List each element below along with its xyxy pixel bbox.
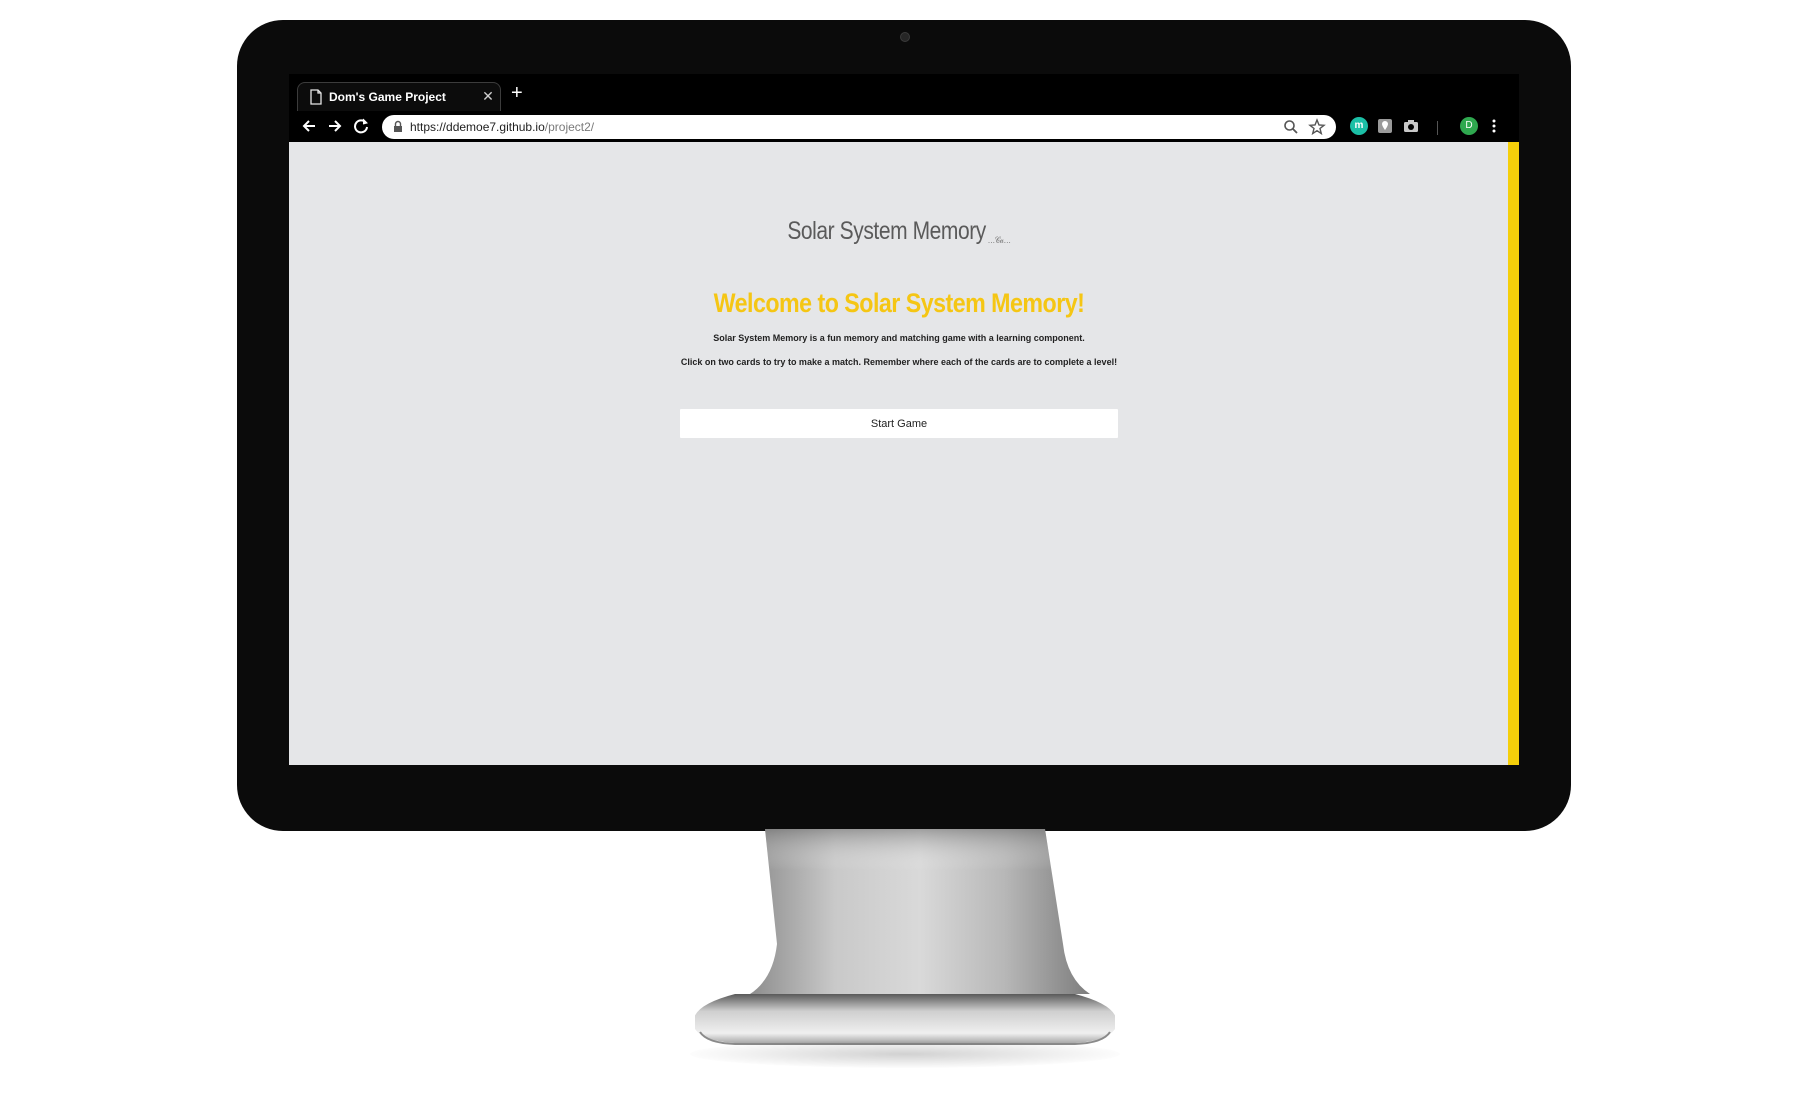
page-icon	[310, 89, 322, 105]
url-path: /project2/	[544, 120, 595, 134]
lock-icon	[394, 120, 402, 132]
intro-text-1: Solar System Memory is a fun memory and …	[713, 333, 1085, 343]
scrollbar[interactable]	[1508, 142, 1519, 765]
monitor-stand	[695, 829, 1115, 1045]
monitor-frame: Dom's Game Project ✕ + https://ddemoe7.g…	[237, 20, 1571, 831]
reload-icon[interactable]	[350, 115, 372, 137]
url-host: https://ddemoe7.github.io	[410, 120, 545, 134]
tab-title: Dom's Game Project	[329, 90, 446, 104]
kebab-menu-icon[interactable]	[1485, 117, 1503, 135]
address-bar[interactable]: https://ddemoe7.github.io/project2/	[382, 115, 1336, 139]
profile-avatar[interactable]: D	[1460, 117, 1478, 135]
site-logo[interactable]: Solar System Memory …𝒞𝒶…	[387, 217, 1412, 246]
close-icon[interactable]: ✕	[481, 88, 495, 104]
start-game-button[interactable]: Start Game	[680, 409, 1118, 438]
welcome-heading: Welcome to Solar System Memory!	[713, 288, 1085, 318]
page-viewport: Solar System Memory …𝒞𝒶… Welcome to Solar…	[289, 142, 1519, 765]
logo-text: Solar System Memory	[787, 217, 986, 245]
camera-extension-icon[interactable]	[1402, 117, 1420, 135]
screen: Dom's Game Project ✕ + https://ddemoe7.g…	[289, 74, 1519, 765]
star-bookmark-icon[interactable]	[1308, 118, 1326, 136]
zoom-icon[interactable]	[1282, 118, 1300, 136]
extension-m-icon[interactable]: m	[1350, 117, 1368, 135]
intro-text-2: Click on two cards to try to make a matc…	[680, 357, 1118, 367]
browser-toolbar: https://ddemoe7.github.io/project2/ m D	[289, 111, 1519, 142]
stand-shadow	[690, 1040, 1120, 1068]
toolbar-divider	[1437, 121, 1438, 135]
back-arrow-icon[interactable]	[298, 115, 320, 137]
browser-tab[interactable]: Dom's Game Project ✕	[297, 82, 501, 111]
logo-swirl-icon: …𝒞𝒶…	[987, 235, 1012, 245]
webcam-dot	[900, 32, 910, 42]
forward-arrow-icon[interactable]	[324, 115, 346, 137]
url-text[interactable]: https://ddemoe7.github.io/project2/	[410, 120, 594, 134]
new-tab-button[interactable]: +	[511, 83, 523, 103]
location-pin-extension-icon[interactable]	[1376, 117, 1394, 135]
